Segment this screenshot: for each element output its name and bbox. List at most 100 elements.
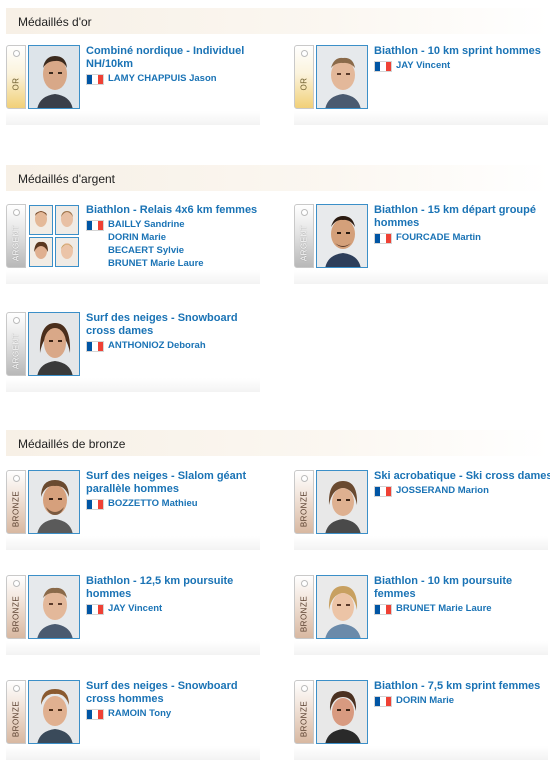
card-shadow [6,746,260,760]
team-photo-grid[interactable] [28,204,80,268]
medal-dot-icon [13,209,20,216]
athlete-photo[interactable] [28,470,80,534]
medal-card: ARGENT Surf des neiges - Snowboard cross… [6,312,268,392]
athlete-photo[interactable] [55,237,79,267]
athlete-photo[interactable] [316,470,368,534]
event-link[interactable]: Biathlon - Relais 4x6 km femmes [86,204,268,217]
athlete-link[interactable]: BAILLY Sandrine [108,219,185,231]
card-shadow [6,111,260,125]
medal-label: ARGENT [11,332,21,370]
athlete-link[interactable]: BRUNET Marie Laure [396,603,492,615]
athlete-photo[interactable] [28,680,80,744]
athlete-link[interactable]: DORIN Marie [396,695,454,707]
medal-label: ARGENT [299,224,309,262]
card-shadow [6,378,260,392]
athlete-photo[interactable] [28,312,80,376]
athlete-link[interactable]: JAY Vincent [108,603,162,615]
event-link[interactable]: Biathlon - 7,5 km sprint femmes [374,680,550,693]
card-shadow [6,536,260,550]
athlete-link[interactable]: BRUNET Marie Laure [108,258,268,270]
event-link[interactable]: Biathlon - 10 km sprint hommes [374,45,550,58]
medal-card: BRONZE Biathlon - 12,5 km poursuite homm… [6,575,268,655]
section-header-bronze: Médaillés de bronze [6,430,550,456]
medal-label: BRONZE [299,490,309,528]
france-flag-icon [86,498,104,510]
medal-label: BRONZE [11,595,21,633]
athlete-link[interactable]: RAMOIN Tony [108,708,171,720]
athlete-link[interactable]: LAMY CHAPPUIS Jason [108,73,217,85]
section-header-gold: Médaillés d'or [6,8,550,34]
card-shadow [294,536,548,550]
france-flag-icon [86,219,104,231]
event-link[interactable]: Surf des neiges - Snowboard cross hommes [86,680,268,706]
medal-dot-icon [13,50,20,57]
gold-medal-badge: OR [294,45,314,109]
medal-dot-icon [13,580,20,587]
silver-medal-badge: ARGENT [6,312,26,376]
section-title: Médaillés d'argent [18,172,116,186]
bronze-medal-badge: BRONZE [294,680,314,744]
medal-label: ARGENT [11,224,21,262]
medal-card: OR Biathlon - 10 km sprint hommes JAY Vi… [294,45,550,125]
card-shadow [6,270,260,284]
medal-label: OR [299,77,309,91]
athlete-photo[interactable] [29,205,53,235]
event-link[interactable]: Biathlon - 15 km départ groupé hommes [374,204,550,230]
medal-label: BRONZE [11,490,21,528]
medal-card: OR Combiné nordique - Individuel NH/10km… [6,45,268,125]
bronze-medal-badge: BRONZE [6,470,26,534]
medal-dot-icon [301,209,308,216]
card-shadow [294,746,548,760]
medal-dot-icon [301,50,308,57]
medal-card: ARGENT Biathlon - 15 km départ groupé ho… [294,204,550,284]
medal-dot-icon [13,317,20,324]
card-shadow [294,641,548,655]
athlete-photo[interactable] [316,45,368,109]
france-flag-icon [86,708,104,720]
athlete-link[interactable]: JAY Vincent [396,60,450,72]
event-link[interactable]: Surf des neiges - Snowboard cross dames [86,312,268,338]
athlete-link[interactable]: BECAERT Sylvie [108,245,268,257]
athlete-link[interactable]: ANTHONIOZ Deborah [108,340,206,352]
medal-dot-icon [13,685,20,692]
france-flag-icon [86,603,104,615]
france-flag-icon [374,232,392,244]
france-flag-icon [86,340,104,352]
event-link[interactable]: Biathlon - 10 km poursuite femmes [374,575,550,601]
card-shadow [294,111,548,125]
bronze-medal-badge: BRONZE [294,575,314,639]
silver-medal-badge: ARGENT [294,204,314,268]
athlete-link[interactable]: DORIN Marie [108,232,268,244]
event-link[interactable]: Biathlon - 12,5 km poursuite hommes [86,575,268,601]
medal-card: BRONZE Ski acrobatique - Ski cross dames… [294,470,550,550]
event-link[interactable]: Surf des neiges - Slalom géant parallèle… [86,470,268,496]
france-flag-icon [374,485,392,497]
athlete-photo[interactable] [316,680,368,744]
athlete-photo[interactable] [316,575,368,639]
france-flag-icon [374,695,392,707]
event-link[interactable]: Combiné nordique - Individuel NH/10km [86,45,268,71]
card-shadow [294,270,548,284]
athlete-photo[interactable] [55,205,79,235]
event-link[interactable]: Ski acrobatique - Ski cross dames [374,470,550,483]
athlete-photo[interactable] [28,575,80,639]
section-title: Médaillés de bronze [18,437,126,451]
medal-card: BRONZE Surf des neiges - Slalom géant pa… [6,470,268,550]
card-shadow [6,641,260,655]
medal-dot-icon [301,685,308,692]
athlete-link[interactable]: FOURCADE Martin [396,232,481,244]
bronze-medal-badge: BRONZE [294,470,314,534]
medal-label: BRONZE [299,700,309,738]
athlete-photo[interactable] [316,204,368,268]
athlete-link[interactable]: BOZZETTO Mathieu [108,498,198,510]
medal-card: BRONZE Biathlon - 10 km poursuite femmes… [294,575,550,655]
athlete-photo[interactable] [28,45,80,109]
silver-medal-badge: ARGENT [6,204,26,268]
medal-dot-icon [301,580,308,587]
medal-card: ARGENT Biathlon - Relais 4x6 km femmes B… [6,204,268,284]
france-flag-icon [374,60,392,72]
france-flag-icon [374,603,392,615]
athlete-link[interactable]: JOSSERAND Marion [396,485,489,497]
athlete-photo[interactable] [29,237,53,267]
medal-label: BRONZE [11,700,21,738]
